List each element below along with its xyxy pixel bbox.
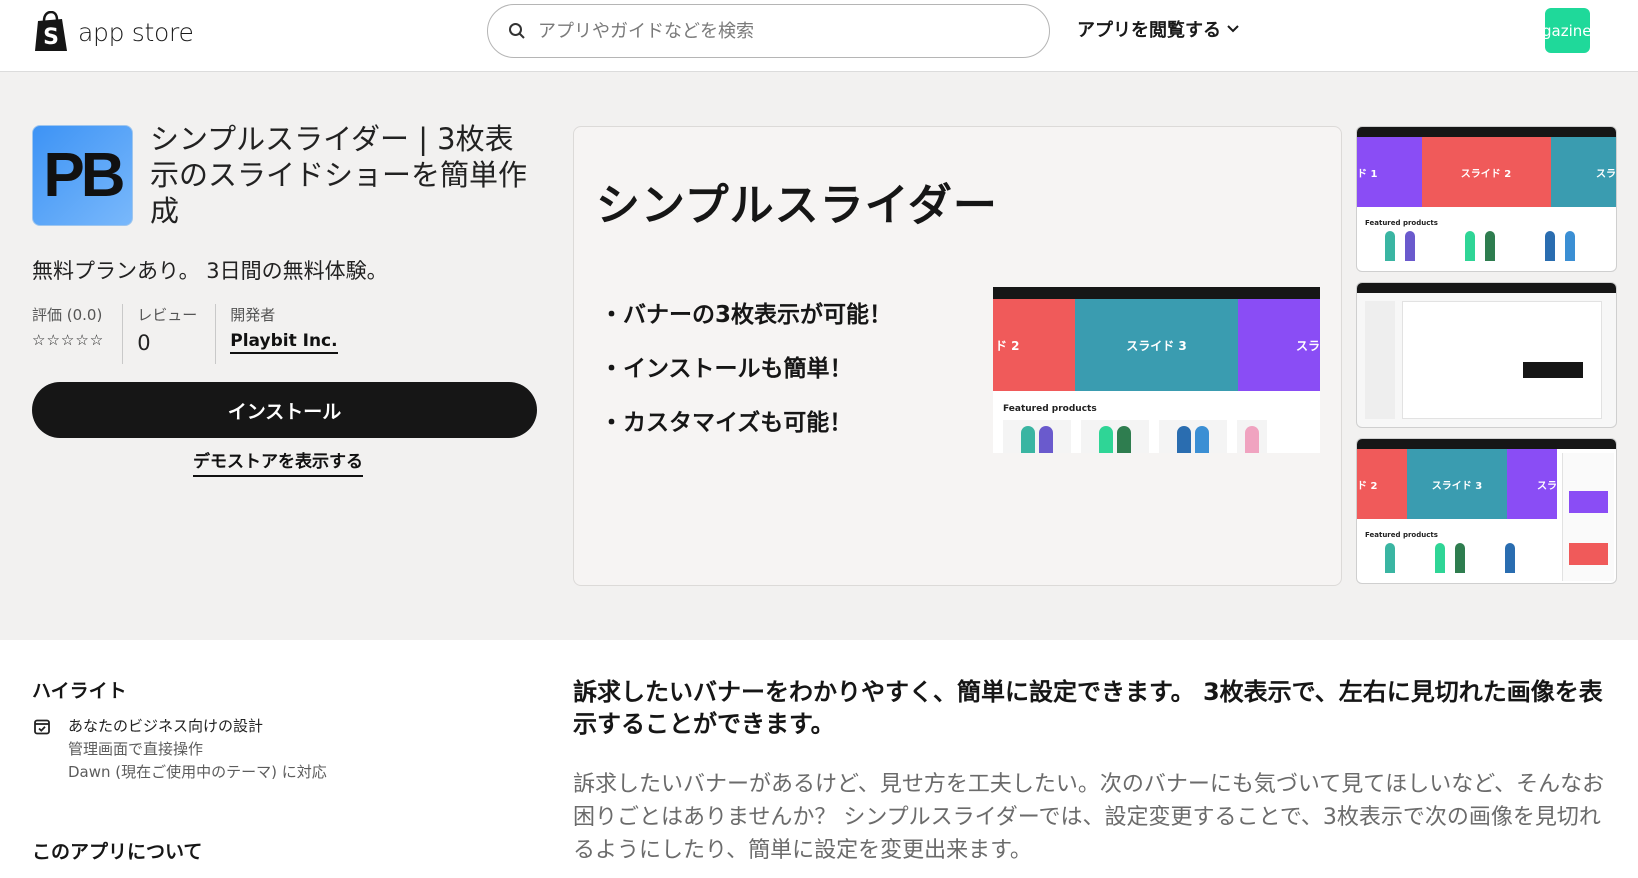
snowboard-image (1021, 426, 1035, 453)
rating-label: 評価 (0.0) (32, 306, 103, 324)
snowboard-image (1565, 231, 1575, 261)
feature-bullet: ・インストールも簡単！ (600, 356, 853, 382)
thumb-slide: スライド 2 (1421, 137, 1551, 207)
thumb-admin-bar (1357, 283, 1616, 293)
screenshot-thumbnail-2[interactable] (1356, 282, 1617, 428)
thumb-slider: ド 2 スライド 3 スラ (1357, 449, 1557, 519)
thumb-slide: ド 1 (1357, 137, 1422, 207)
install-button[interactable]: インストール (32, 382, 537, 438)
highlight-detail: 管理画面で直接操作 (68, 740, 204, 758)
app-store-logo[interactable]: S app store (32, 11, 194, 53)
thumb-slide: ド 2 (1357, 449, 1407, 519)
highlights-heading: ハイライト (32, 680, 127, 702)
thumb-editor-panel (1562, 453, 1614, 581)
about-heading: このアプリについて (32, 841, 203, 863)
reviews-block[interactable]: レビュー 0 (137, 304, 217, 364)
snowboard-image (1385, 231, 1395, 261)
snowboard-image (1177, 426, 1191, 453)
rating-stars: ☆☆☆☆☆ (32, 331, 105, 349)
product-card (1237, 420, 1267, 453)
thumb-slide: スラ (1550, 137, 1616, 207)
thumb-slider: ド 1 スライド 2 スラ (1357, 137, 1616, 207)
thumb-editor-swatch (1569, 491, 1608, 513)
thumb-nav (1357, 127, 1616, 137)
main-screenshot[interactable]: シンプルスライダー ・バナーの3枚表示が可能！ ・インストールも簡単！ ・カスタ… (573, 126, 1342, 586)
featured-products-label: Featured products (1003, 404, 1097, 414)
feature-bullet: ・バナーの3枚表示が可能！ (600, 302, 893, 328)
search-icon (509, 23, 525, 39)
app-icon-text: PB (43, 141, 125, 210)
thumb-nav (1357, 439, 1616, 449)
store-avatar[interactable]: gazineデ (1545, 8, 1590, 53)
search-bar[interactable] (487, 4, 1050, 58)
reviews-label: レビュー (137, 306, 198, 324)
screenshot-title: シンプルスライダー (596, 180, 998, 231)
browse-apps-menu[interactable]: アプリを閲覧する (1077, 16, 1239, 42)
app-meta: 評価 (0.0) ☆☆☆☆☆ レビュー 0 開発者 Playbit Inc. (32, 304, 370, 364)
slide-purple: スラ (1238, 299, 1320, 391)
calendar-check-icon (34, 719, 50, 735)
chevron-down-icon (1227, 25, 1239, 33)
mini-storefront-preview: ド 2 スライド 3 スラ Featured products (993, 287, 1320, 453)
rating-block: 評価 (0.0) ☆☆☆☆☆ (32, 304, 124, 364)
pricing-info: 無料プランあり。 3日間の無料体験。 (32, 259, 388, 283)
snowboard-image (1465, 231, 1475, 261)
top-nav: S app store アプリを閲覧する gazineデ (0, 0, 1638, 72)
snowboard-image (1405, 231, 1415, 261)
thumb-products (1357, 227, 1616, 265)
product-row (993, 414, 1320, 453)
snowboard-image (1195, 426, 1209, 453)
snowboard-image (1385, 543, 1395, 573)
app-icon: PB (32, 125, 133, 226)
snowboard-image (1485, 231, 1495, 261)
description-headline: 訴求したいバナーをわかりやすく、簡単に設定できます。 3枚表示で、左右に見切れた… (573, 678, 1603, 738)
slide-red: ド 2 (993, 299, 1075, 391)
browse-apps-label: アプリを閲覧する (1077, 20, 1221, 41)
snowboard-image (1099, 426, 1113, 453)
app-hero: PB シンプルスライダー | 3枚表示のスライドショーを簡単作成 無料プランあり… (0, 72, 1638, 640)
highlight-detail: Dawn (現在ご使用中のテーマ) に対応 (68, 763, 327, 781)
feature-bullets: ・バナーの3枚表示が可能！ ・インストールも簡単！ ・カスタマイズも可能！ (600, 295, 892, 457)
snowboard-image (1545, 231, 1555, 261)
snowboard-image (1117, 426, 1131, 453)
slide-teal: スライド 3 (1075, 299, 1238, 391)
developer-link[interactable]: Playbit Inc. (230, 331, 338, 354)
svg-text:S: S (43, 25, 59, 50)
thumb-slide: スラ (1507, 449, 1557, 519)
feature-bullet: ・カスタマイズも可能！ (600, 410, 853, 436)
thumb-admin-panel (1402, 301, 1602, 419)
developer-block: 開発者 Playbit Inc. (230, 304, 355, 364)
product-card (1159, 420, 1227, 453)
snowboard-image (1245, 426, 1259, 453)
search-input[interactable] (538, 20, 1018, 42)
snowboard-image (1505, 543, 1515, 573)
screenshot-thumbnail-1[interactable]: ド 1 スライド 2 スラ Featured products (1356, 126, 1617, 272)
avatar-text: gazineデ (1545, 22, 1590, 40)
app-title: シンプルスライダー | 3枚表示のスライドショーを簡単作成 (150, 122, 528, 228)
thumb-editor-swatch (1569, 543, 1608, 565)
description-body: 訴求したいバナーがあるけど、見せ方を工夫したい。次のバナーにも気づいて見てほしい… (573, 772, 1605, 863)
reviews-count: 0 (137, 331, 151, 355)
thumb-featured-label: Featured products (1365, 219, 1438, 227)
product-card (1081, 420, 1149, 453)
snowboard-image (1455, 543, 1465, 573)
mini-slider: ド 2 スライド 3 スラ (993, 299, 1320, 391)
shopify-bag-icon: S (35, 11, 67, 51)
thumb-admin-sidebar (1365, 301, 1395, 419)
logo-text: app store (78, 17, 194, 47)
snowboard-image (1435, 543, 1445, 573)
snowboard-image (1039, 426, 1053, 453)
thumb-admin-button (1523, 362, 1583, 378)
demo-store-link[interactable]: デモストアを表示する (193, 447, 363, 477)
developer-label: 開発者 (230, 306, 276, 324)
thumb-slide: スライド 3 (1407, 449, 1507, 519)
mini-nav-bar (993, 287, 1320, 299)
highlight-title: あなたのビジネス向けの設計 (68, 717, 264, 735)
screenshot-thumbnail-3[interactable]: ド 2 スライド 3 スラ Featured products (1356, 438, 1617, 584)
product-card (1003, 420, 1071, 453)
